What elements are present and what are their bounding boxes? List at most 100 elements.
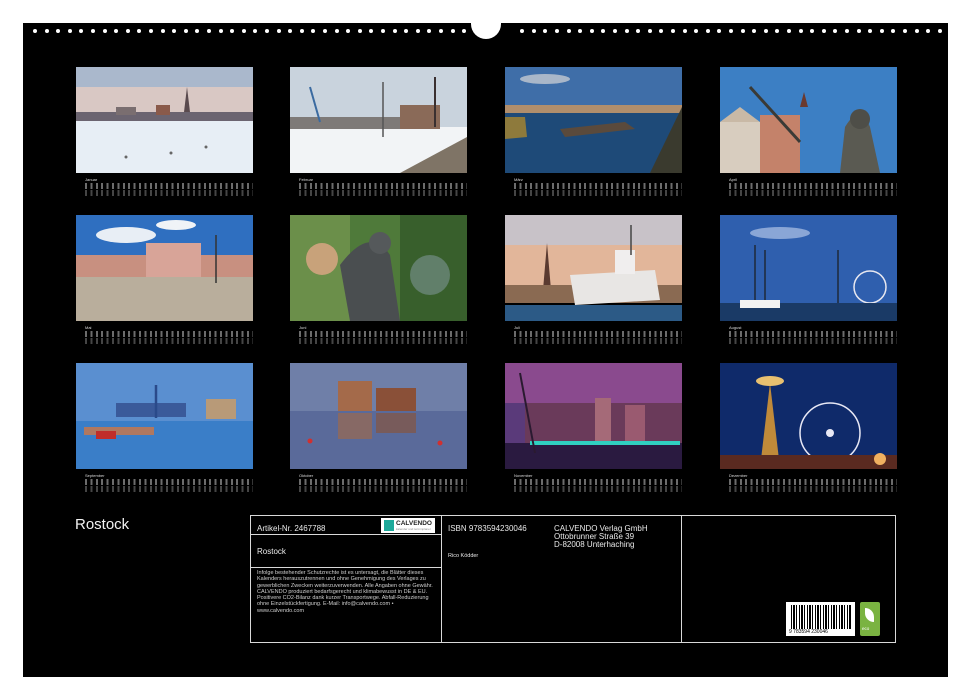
binding-hole [740, 29, 745, 33]
binding-hole [381, 29, 385, 33]
binding-hole [856, 29, 861, 33]
binding-hole [798, 29, 803, 33]
binding-hole [56, 29, 61, 33]
month-label: Februar [299, 177, 314, 182]
binding-hole [763, 29, 768, 33]
binding-hole [462, 29, 467, 33]
binding-hole [265, 29, 269, 33]
photo-maerz [505, 67, 682, 173]
month-label: Juni [299, 325, 307, 330]
weekday-grid [85, 190, 253, 196]
weekday-grid [85, 486, 253, 492]
calendar-title: Rostock [75, 516, 130, 533]
weekday-grid [514, 190, 682, 196]
photo-juni [290, 215, 467, 321]
calvendo-mark-icon [384, 520, 394, 531]
weekday-grid [514, 486, 682, 492]
binding-hole [647, 29, 652, 33]
eco-label: eco [862, 626, 870, 631]
day-grid [514, 479, 682, 485]
binding-hole [125, 29, 130, 33]
binding-hole [601, 29, 606, 33]
binding-hole [578, 29, 583, 33]
publisher-city: D-82008 Unterhaching [554, 540, 635, 549]
binding-hole [787, 29, 791, 33]
day-grid [299, 479, 467, 485]
divider [441, 516, 442, 642]
binding-hole [450, 29, 455, 33]
weekday-grid [729, 190, 897, 196]
binding-hole [926, 29, 931, 33]
day-grid [514, 331, 682, 337]
photo-juli [505, 215, 682, 321]
binding-hole [624, 29, 629, 33]
binding-hole [91, 29, 95, 33]
month-label: Januar [85, 177, 98, 182]
binding-hole [705, 29, 710, 33]
binding-hole [845, 29, 849, 33]
month-label: Juli [514, 325, 521, 330]
barcode-bars [791, 605, 851, 629]
binding-hole [520, 29, 525, 33]
logo-subtext: kalender und terminplaner [396, 527, 431, 531]
info-box: Artikel-Nr. 2467788 CALVENDO kalender un… [250, 515, 896, 643]
binding-hole [299, 29, 304, 33]
binding-hole [914, 29, 919, 33]
divider [251, 534, 441, 535]
month-label: September [85, 473, 105, 478]
binding-hole [102, 29, 107, 33]
binding-hole [79, 29, 84, 33]
weekday-grid [299, 486, 467, 492]
weekday-grid [299, 338, 467, 344]
binding-hole [833, 29, 838, 33]
product-title: Rostock [257, 547, 286, 556]
binding-hole [241, 29, 246, 33]
month-label: August [729, 325, 742, 330]
day-grid [85, 331, 253, 337]
binding-hole [334, 29, 339, 33]
binding-hole [207, 29, 211, 33]
binding-hole [589, 29, 594, 33]
binding-hole [253, 29, 258, 33]
eco-badge: eco [860, 602, 880, 636]
binding-hole [566, 29, 571, 33]
isbn: ISBN 9783594230046 [448, 524, 527, 533]
binding-hole [195, 29, 200, 33]
day-grid [729, 183, 897, 189]
month-label: Mai [85, 325, 92, 330]
photo-august [720, 215, 897, 321]
barcode: 9 783594 230046 [786, 602, 855, 636]
day-grid [729, 479, 897, 485]
legal-notice: Infolge bestehender Schutzrechte ist es … [257, 570, 433, 614]
month-label: November [514, 473, 533, 478]
calvendo-logo: CALVENDO kalender und terminplaner [381, 518, 435, 533]
weekday-grid [299, 190, 467, 196]
binding-hole [404, 29, 409, 33]
binding-hole [230, 29, 235, 33]
binding-hole [33, 29, 37, 33]
binding-hole [752, 29, 757, 33]
leaf-icon [865, 608, 874, 622]
day-grid [299, 331, 467, 337]
binding-hole [613, 29, 617, 33]
binding-hole [682, 29, 687, 33]
binding-hole [891, 29, 896, 33]
binding-hole [937, 29, 942, 33]
photo-februar [290, 67, 467, 173]
day-grid [85, 479, 253, 485]
month-label: März [514, 177, 523, 182]
day-grid [514, 183, 682, 189]
binding-hole [729, 29, 733, 33]
day-grid [299, 183, 467, 189]
photo-dezember [720, 363, 897, 469]
binding-hole [369, 29, 374, 33]
binding-hole [392, 29, 397, 33]
photo-oktober [290, 363, 467, 469]
binding-hole [531, 29, 536, 33]
binding-hole [149, 29, 153, 33]
binding-hole [636, 29, 641, 33]
binding-hole [659, 29, 664, 33]
binding-hole [218, 29, 223, 33]
photo-april [720, 67, 897, 173]
binding-hole [821, 29, 826, 33]
